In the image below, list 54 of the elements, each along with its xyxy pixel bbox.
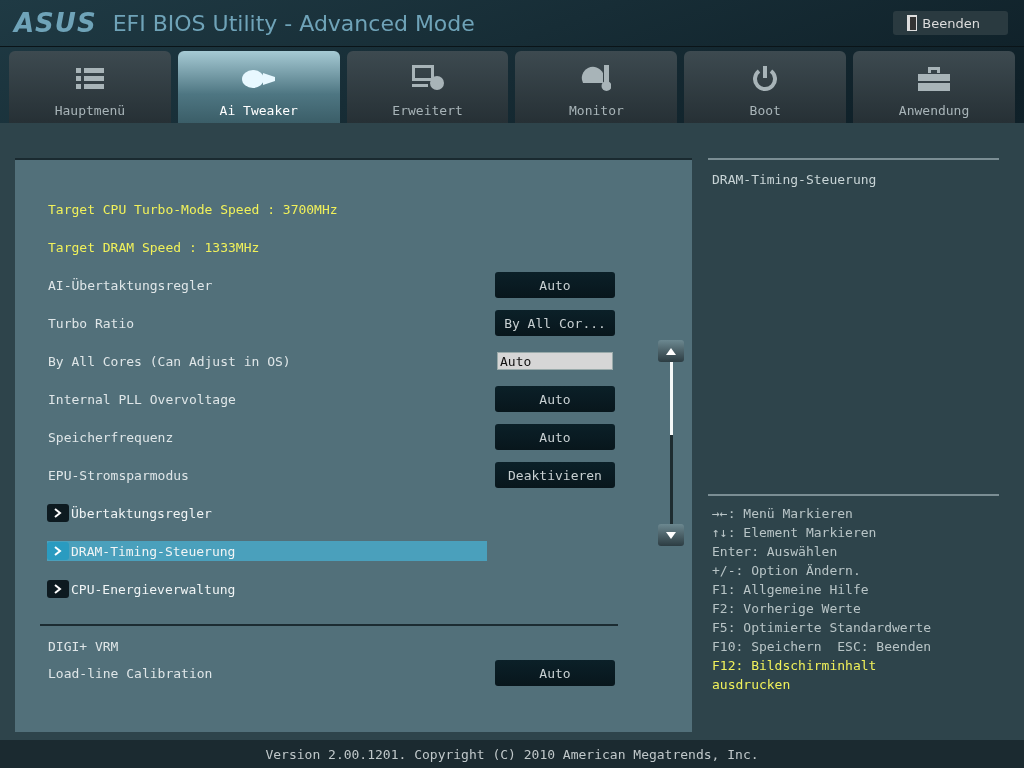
info-text: Target CPU Turbo-Mode Speed : 3700MHz: [48, 201, 338, 217]
up-arrow-icon: [666, 347, 676, 355]
value-button[interactable]: Deaktivieren: [495, 462, 615, 488]
menu-tab[interactable]: Erweitert: [346, 51, 509, 123]
processor-icon: [240, 67, 277, 91]
setting-label: Load-line Calibration: [48, 665, 213, 681]
power-icon: [752, 65, 779, 91]
value-button[interactable]: Auto: [495, 272, 615, 298]
brand-logo: ASUS: [14, 8, 97, 38]
value-button[interactable]: Auto: [495, 386, 615, 412]
toolbox-icon: [918, 67, 951, 91]
help-text: +/-: Option Ändern.: [712, 562, 862, 580]
chevron-icon: [47, 580, 69, 598]
menu-tab[interactable]: Monitor: [515, 51, 678, 123]
setting-label: By All Cores (Can Adjust in OS): [48, 353, 291, 369]
help-text: →←: Menü Markieren: [712, 505, 854, 523]
setting-label: Speicherfrequenz: [48, 429, 174, 445]
exit-button[interactable]: Beenden: [893, 11, 1008, 35]
help-text: F10: Speichern ESC: Beenden: [712, 638, 933, 656]
help-text: F2: Vorherige Werte: [712, 600, 862, 618]
setting-label: Internal PLL Overvoltage: [48, 391, 236, 407]
list-icon: [75, 67, 104, 91]
value-button[interactable]: By All Cor...: [495, 310, 615, 336]
setting-label: Turbo Ratio: [48, 315, 135, 331]
help-text: ↑↓: Element Markieren: [712, 524, 878, 542]
scroll-down-button[interactable]: [658, 524, 684, 546]
value-button[interactable]: Auto: [495, 424, 615, 450]
menu-tab[interactable]: Boot: [684, 51, 847, 123]
info-text: Target DRAM Speed : 1333MHz: [48, 239, 260, 255]
help-text: Enter: Auswählen: [712, 543, 839, 561]
window-title: EFI BIOS Utility - Advanced Mode: [112, 10, 475, 36]
thermometer-gauge-icon: [581, 65, 612, 91]
scrollbar-thumb[interactable]: [669, 362, 673, 435]
scroll-up-button[interactable]: [658, 340, 684, 362]
input-field[interactable]: Auto: [497, 352, 613, 370]
version-text: Version 2.00.1201. Copyright (C) 2010 American Megatrends, Inc.: [265, 746, 759, 762]
help-text: F12: Bildschirminhalt ausdrucken: [712, 657, 878, 694]
setting-label: AI-Übertaktungsregler: [48, 277, 213, 293]
setting-label: EPU-Stromsparmodus: [48, 467, 189, 483]
door-icon: [907, 15, 920, 31]
menu-tab[interactable]: Hauptmenü: [9, 51, 171, 123]
monitor-info-icon: [411, 65, 444, 91]
menu-tab[interactable]: Anwendung: [853, 51, 1015, 123]
help-text: F5: Optimierte Standardwerte: [712, 619, 933, 637]
section-heading: DIGI+ VRM: [48, 639, 119, 654]
submenu-item[interactable]: CPU-Energieverwaltung: [47, 579, 487, 599]
submenu-item[interactable]: Übertaktungsregler: [47, 503, 487, 523]
chevron-icon: [47, 542, 69, 560]
menu-tab[interactable]: Ai Tweaker: [177, 51, 340, 123]
value-button[interactable]: Auto: [495, 660, 615, 686]
help-text: F1: Allgemeine Hilfe: [712, 581, 870, 599]
item-description: DRAM-Timing-Steuerung: [712, 172, 877, 187]
down-arrow-icon: [666, 531, 676, 539]
chevron-icon: [47, 504, 69, 522]
